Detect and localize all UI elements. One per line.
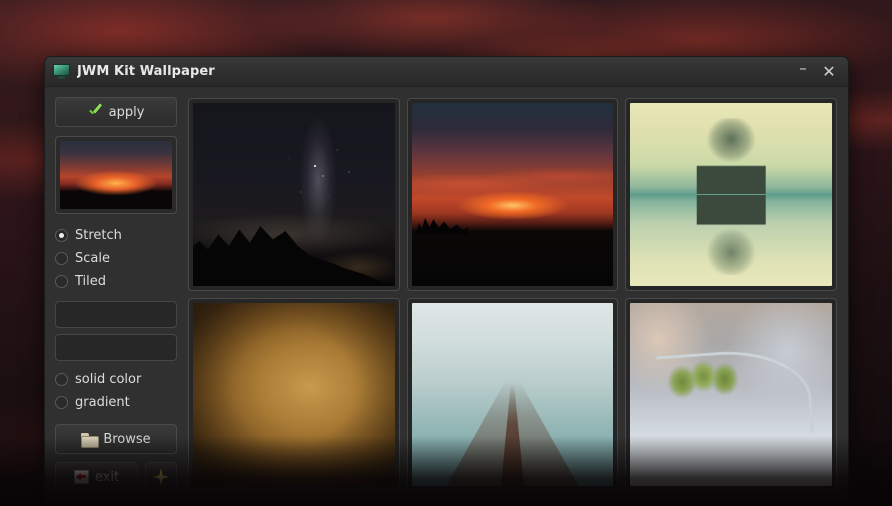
wallpaper-window: JWM Kit Wallpaper – ✕ apply Stretch Scal… [44, 56, 849, 503]
mode-label-stretch: Stretch [75, 228, 122, 243]
wallpaper-tree-reflection[interactable] [625, 98, 837, 291]
wallpaper-milky-way[interactable] [188, 98, 400, 291]
apply-button-label: apply [108, 104, 145, 120]
desktop-background: JWM Kit Wallpaper – ✕ apply Stretch Scal… [0, 0, 892, 506]
fill-option-solid-color[interactable]: solid color [55, 368, 177, 391]
mode-option-stretch[interactable]: Stretch [55, 224, 177, 247]
browse-button[interactable]: Browse [55, 424, 177, 454]
radio-stretch[interactable] [55, 229, 68, 242]
fill-label-solid-color: solid color [75, 372, 142, 387]
mode-option-tiled[interactable]: Tiled [55, 270, 177, 293]
current-wallpaper-preview[interactable] [55, 136, 177, 214]
gradient-field[interactable] [55, 334, 177, 361]
thumbnail-image [630, 303, 832, 486]
green-check-icon [88, 105, 103, 120]
browse-button-label: Browse [103, 431, 151, 447]
sparkle-star-icon [152, 468, 170, 486]
wallpaper-gallery [187, 97, 838, 492]
wallpaper-frosted-branch[interactable] [625, 298, 837, 491]
thumbnail-image [411, 303, 614, 486]
thumbnail-image [193, 303, 395, 486]
folder-icon [81, 432, 100, 448]
thumbnail-image [193, 103, 395, 286]
fill-option-gradient[interactable]: gradient [55, 391, 177, 414]
wallpaper-foggy-railway[interactable] [406, 298, 619, 491]
monitor-icon [53, 64, 70, 79]
wallpaper-mayan-relief[interactable] [188, 298, 400, 491]
window-title: JWM Kit Wallpaper [77, 64, 215, 79]
exit-button-label: exit [94, 469, 120, 485]
window-body: apply Stretch Scale Tiled solid color gr… [45, 87, 848, 502]
thumbnail-image [630, 103, 832, 286]
sidebar: apply Stretch Scale Tiled solid color gr… [55, 97, 177, 492]
radio-gradient[interactable] [55, 396, 68, 409]
mode-label-tiled: Tiled [75, 274, 107, 289]
color-field[interactable] [55, 301, 177, 328]
thumbnail-image [411, 103, 614, 286]
radio-tiled[interactable] [55, 275, 68, 288]
radio-scale[interactable] [55, 252, 68, 265]
apply-button[interactable]: apply [55, 97, 177, 127]
close-button[interactable]: ✕ [816, 60, 842, 84]
radio-solid-color[interactable] [55, 373, 68, 386]
minimize-button[interactable]: – [790, 60, 816, 84]
mode-label-scale: Scale [75, 251, 110, 266]
exit-button[interactable]: exit [55, 462, 138, 492]
exit-door-icon [73, 470, 89, 484]
effects-button[interactable] [145, 462, 177, 492]
preview-image [60, 141, 172, 209]
bottom-button-row: exit [55, 462, 177, 492]
wallpaper-red-sunset[interactable] [406, 98, 619, 291]
mode-option-scale[interactable]: Scale [55, 247, 177, 270]
window-titlebar[interactable]: JWM Kit Wallpaper – ✕ [45, 57, 848, 87]
fill-label-gradient: gradient [75, 395, 130, 410]
